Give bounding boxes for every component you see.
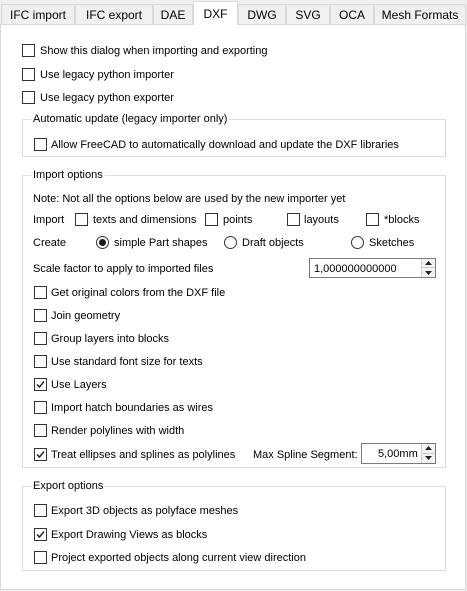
checkmark-icon <box>36 381 45 389</box>
automatic-update-title: Automatic update (legacy importer only) <box>31 112 230 126</box>
tab-oca[interactable]: OCA <box>330 4 374 24</box>
use-layers-label: Use Layers <box>51 379 107 391</box>
tab-svg[interactable]: SVG <box>286 4 330 24</box>
hatch-wires-checkbox[interactable] <box>34 401 47 414</box>
export-options-title: Export options <box>31 479 106 493</box>
std-font-checkbox[interactable] <box>34 355 47 368</box>
layouts-checkbox[interactable] <box>287 213 300 226</box>
simple-shapes-radio[interactable] <box>96 236 109 249</box>
group-layers-label: Group layers into blocks <box>51 333 169 345</box>
spin-up-icon[interactable] <box>422 444 435 454</box>
points-checkbox[interactable] <box>205 213 218 226</box>
allow-download-label: Allow FreeCAD to automatically download … <box>51 139 399 151</box>
tab-dae[interactable]: DAE <box>153 4 193 24</box>
tab-bar: IFC import IFC export DAE DXF DWG SVG OC… <box>0 0 467 27</box>
scale-factor-value: 1,000000000000 <box>314 263 397 275</box>
tab-ifc-import[interactable]: IFC import <box>1 4 75 24</box>
texts-dimensions-checkbox[interactable] <box>75 213 88 226</box>
export-options-group: Export options Export 3D objects as poly… <box>22 479 446 571</box>
scale-factor-spinbox[interactable]: 1,000000000000 <box>309 258 436 278</box>
max-spline-spinbox[interactable]: 5,00mm <box>361 443 436 464</box>
spin-down-icon[interactable] <box>422 268 435 277</box>
max-spline-stepper <box>421 444 435 463</box>
use-layers-checkbox[interactable] <box>34 378 47 391</box>
texts-dimensions-label: texts and dimensions <box>93 214 197 226</box>
join-geometry-label: Join geometry <box>51 310 121 322</box>
automatic-update-group: Automatic update (legacy importer only) … <box>22 112 446 157</box>
hatch-wires-label: Import hatch boundaries as wires <box>51 402 214 414</box>
draft-objects-label: Draft objects <box>242 237 304 249</box>
tab-dwg[interactable]: DWG <box>238 4 286 24</box>
show-dialog-checkbox[interactable] <box>22 44 35 57</box>
blocks-checkbox[interactable] <box>366 213 379 226</box>
std-font-label: Use standard font size for texts <box>51 356 203 368</box>
legacy-importer-label: Use legacy python importer <box>40 69 174 81</box>
dxf-settings-panel: Show this dialog when importing and expo… <box>0 24 466 590</box>
sketches-label: Sketches <box>369 237 415 249</box>
legacy-exporter-checkbox[interactable] <box>22 91 35 104</box>
import-row-label: Import <box>33 214 65 226</box>
polyline-width-checkbox[interactable] <box>34 424 47 437</box>
drawing-views-checkbox[interactable] <box>34 528 47 541</box>
points-label: points <box>223 214 253 226</box>
create-row-label: Create <box>33 237 67 249</box>
legacy-importer-checkbox[interactable] <box>22 68 35 81</box>
project-view-label: Project exported objects along current v… <box>51 552 306 564</box>
tab-ifc-export[interactable]: IFC export <box>75 4 153 24</box>
tab-dxf[interactable]: DXF <box>193 1 238 25</box>
scale-factor-label: Scale factor to apply to imported files <box>33 263 214 275</box>
polyface-checkbox[interactable] <box>34 504 47 517</box>
drawing-views-label: Export Drawing Views as blocks <box>51 529 208 541</box>
sketches-radio[interactable] <box>351 236 364 249</box>
import-options-group: Import options Note: Not all the options… <box>22 168 446 468</box>
draft-objects-radio[interactable] <box>224 236 237 249</box>
legacy-exporter-label: Use legacy python exporter <box>40 92 174 104</box>
join-geometry-checkbox[interactable] <box>34 309 47 322</box>
spin-up-icon[interactable] <box>422 259 435 268</box>
project-view-checkbox[interactable] <box>34 551 47 564</box>
show-dialog-label: Show this dialog when importing and expo… <box>40 45 268 57</box>
checkmark-icon <box>36 451 45 459</box>
max-spline-label: Max Spline Segment: <box>253 449 358 461</box>
ellipses-polylines-label: Treat ellipses and splines as polylines <box>51 449 236 461</box>
spin-down-icon[interactable] <box>422 454 435 464</box>
blocks-label: *blocks <box>384 214 420 226</box>
polyface-label: Export 3D objects as polyface meshes <box>51 505 239 517</box>
group-layers-checkbox[interactable] <box>34 332 47 345</box>
polyline-width-label: Render polylines with width <box>51 425 185 437</box>
scale-factor-stepper <box>421 259 435 277</box>
original-colors-checkbox[interactable] <box>34 286 47 299</box>
layouts-label: layouts <box>304 214 339 226</box>
simple-shapes-label: simple Part shapes <box>114 237 208 249</box>
checkmark-icon <box>36 531 45 539</box>
radio-dot-icon <box>99 239 106 246</box>
import-note: Note: Not all the options below are used… <box>33 193 346 205</box>
original-colors-label: Get original colors from the DXF file <box>51 287 226 299</box>
ellipses-polylines-checkbox[interactable] <box>34 448 47 461</box>
allow-download-checkbox[interactable] <box>34 138 47 151</box>
max-spline-value: 5,00mm <box>378 448 418 460</box>
tab-mesh-formats[interactable]: Mesh Formats <box>374 4 466 24</box>
import-options-title: Import options <box>31 168 105 182</box>
